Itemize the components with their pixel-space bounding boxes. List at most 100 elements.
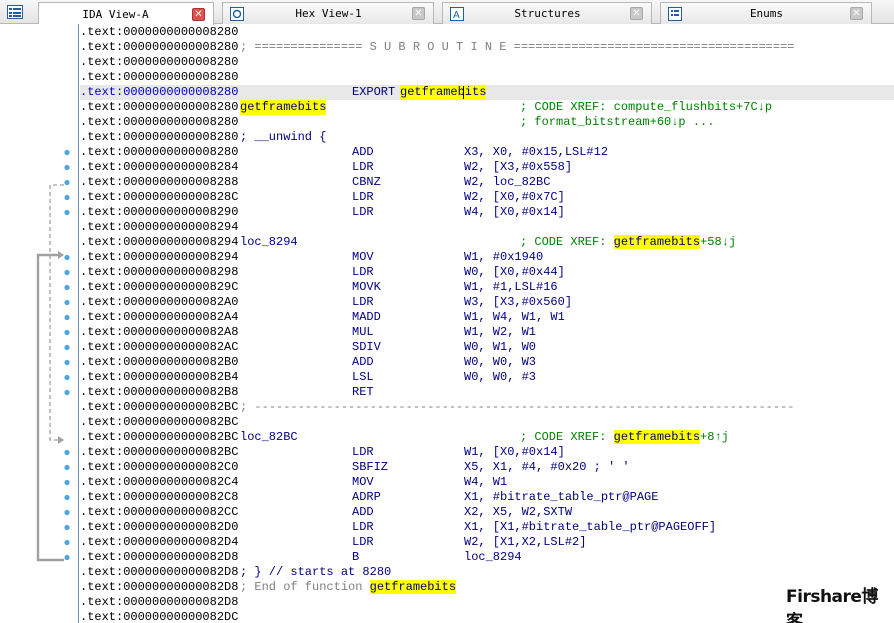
breakpoint-dot-icon[interactable] — [64, 449, 70, 456]
address: .text:0000000000008280 — [80, 100, 239, 114]
operands: W1, W4, W1, W1 — [464, 310, 565, 324]
listing-row[interactable]: .text:0000000000008294 loc_8294 ; CODE XRE… — [80, 235, 894, 250]
operands: W2, [X3,#0x558] — [464, 160, 573, 174]
listing-row[interactable]: .text:0000000000008280 ADD X3, X0, #0x15,L… — [80, 145, 894, 160]
breakpoint-dot-icon[interactable] — [64, 509, 70, 516]
breakpoint-dot-icon[interactable] — [64, 284, 70, 291]
breakpoint-dot-icon[interactable] — [64, 389, 70, 396]
listing-row[interactable]: .text:00000000000082D4 LDR W2, [X1,X2,LSL#… — [80, 535, 894, 550]
operands: W1, [X0,#0x14] — [464, 445, 565, 459]
breakpoint-dot-icon[interactable] — [64, 164, 70, 171]
breakpoint-dot-icon[interactable] — [64, 539, 70, 546]
listing-row[interactable]: .text:0000000000008298 LDR W0, [X0,#0x44] — [80, 265, 894, 280]
breakpoint-dot-icon[interactable] — [64, 269, 70, 276]
breakpoint-dot-icon[interactable] — [64, 314, 70, 321]
listing-row[interactable]: .text:0000000000008290 LDR W4, [X0,#0x14] — [80, 205, 894, 220]
listing-row[interactable]: .text:00000000000082C0 SBFIZ X5, X1, #4, #… — [80, 460, 894, 475]
operands: W4, [X0,#0x14] — [464, 205, 565, 219]
listing-row[interactable]: .text:0000000000008288 CBNZ W2, loc_82BC — [80, 175, 894, 190]
breakpoint-dot-icon[interactable] — [64, 494, 70, 501]
close-icon[interactable]: ✕ — [412, 7, 425, 20]
listing-row[interactable]: .text:00000000000082C4 MOV W4, W1 — [80, 475, 894, 490]
arrow-head-icon — [58, 251, 64, 259]
breakpoint-dot-icon[interactable] — [64, 554, 70, 561]
listing-row[interactable]: .text:0000000000008284 LDR W2, [X3,#0x558] — [80, 160, 894, 175]
breakpoint-dot-icon[interactable] — [64, 464, 70, 471]
listing-row[interactable]: .text:0000000000008294 MOV W1, #0x1940 — [80, 250, 894, 265]
breakpoint-dot-icon[interactable] — [64, 209, 70, 216]
listing-row[interactable]: .text:00000000000082BC LDR W1, [X0,#0x14] — [80, 445, 894, 460]
listing-row[interactable]: .text:00000000000082B8 RET — [80, 385, 894, 400]
address: .text:00000000000082A4 — [80, 310, 239, 324]
address: .text:00000000000082DC — [80, 610, 239, 623]
listing-row[interactable]: .text:00000000000082CC ADD X2, X5, W2,SXTW — [80, 505, 894, 520]
disassembly-listing[interactable]: .text:0000000000008280 .text:000000000000… — [80, 25, 894, 623]
address: .text:0000000000008280 — [80, 25, 239, 39]
listing-row[interactable]: .text:00000000000082AC SDIV W0, W1, W0 — [80, 340, 894, 355]
mnemonic: B — [352, 550, 360, 564]
listing-row[interactable]: .text:00000000000082D0 LDR X1, [X1,#bitrat… — [80, 520, 894, 535]
tab-ida-view-a[interactable]: IDA View-A ✕ — [38, 2, 214, 25]
listing-row[interactable]: .text:00000000000082BC loc_82BC ; CODE XRE… — [80, 430, 894, 445]
breakpoint-dot-icon[interactable] — [64, 299, 70, 306]
listing-row[interactable]: .text:0000000000008280; =============== … — [80, 40, 894, 55]
breakpoint-dot-icon[interactable] — [64, 479, 70, 486]
listing-row[interactable]: .text:00000000000082B0 ADD W0, W0, W3 — [80, 355, 894, 370]
listing-row[interactable]: .text:0000000000008280 getframebits ; CODE… — [80, 100, 894, 115]
listing-row[interactable]: .text:0000000000008294 — [80, 220, 894, 235]
listing-row[interactable]: .text:0000000000008280 EXPORT getframebits — [80, 85, 894, 100]
address: .text:00000000000082D8 — [80, 550, 239, 564]
listing-row[interactable]: .text:0000000000008280 — [80, 55, 894, 70]
close-icon[interactable]: ✕ — [850, 7, 863, 20]
operands: W2, [X0,#0x7C] — [464, 190, 565, 204]
listing-row[interactable]: .text:00000000000082B4 LSL W0, W0, #3 — [80, 370, 894, 385]
address: .text:00000000000082D8 — [80, 565, 239, 579]
operands: W1, #1,LSL#16 — [464, 280, 558, 294]
breakpoint-dot-icon[interactable] — [64, 344, 70, 351]
xref-suffix: +58↓j — [700, 235, 737, 249]
operands: loc_8294 — [464, 550, 522, 564]
breakpoint-dot-icon[interactable] — [64, 359, 70, 366]
breakpoint-dot-icon[interactable] — [64, 374, 70, 381]
listing-row[interactable]: .text:00000000000082A0 LDR W3, [X3,#0x560] — [80, 295, 894, 310]
tab-enums[interactable]: Enums ✕ — [660, 2, 872, 24]
listing-row[interactable]: .text:00000000000082D8 Bloc_8294 — [80, 550, 894, 565]
breakpoint-dot-icon[interactable] — [64, 524, 70, 531]
operands: W1, #0x1940 — [464, 250, 544, 264]
mnemonic: ADD — [352, 145, 374, 159]
listing-row[interactable]: .text:000000000000829C MOVK W1, #1,LSL#16 — [80, 280, 894, 295]
tab-structures[interactable]: A Structures ✕ — [442, 2, 652, 24]
mnemonic: SDIV — [352, 340, 381, 354]
close-icon[interactable]: ✕ — [192, 7, 205, 21]
listing-row[interactable]: .text:00000000000082D8; End of function … — [80, 580, 894, 595]
close-icon[interactable]: ✕ — [630, 7, 643, 20]
breakpoint-dot-icon[interactable] — [64, 254, 70, 261]
listing-row[interactable]: .text:00000000000082C8 ADRP X1, #bitrate_t… — [80, 490, 894, 505]
listing-row[interactable]: .text:00000000000082D8 — [80, 595, 894, 610]
mnemonic: LDR — [352, 295, 374, 309]
xref-comment: ; CODE XREF: getframebits+8↑j — [520, 430, 729, 444]
listing-row[interactable]: .text:000000000000828C LDR W2, [X0,#0x7C] — [80, 190, 894, 205]
mnemonic: LSL — [352, 370, 374, 384]
tab-bar: IDA View-A ✕ Hex View-1 ✕ A Structures ✕… — [0, 0, 894, 25]
listing-row[interactable]: .text:0000000000008280 ; format_bitstream… — [80, 115, 894, 130]
listing-row[interactable]: .text:0000000000008280 — [80, 25, 894, 40]
listing-row[interactable]: .text:00000000000082BC; ----------------… — [80, 400, 894, 415]
listing-row[interactable]: .text:00000000000082A8 MUL W1, W2, W1 — [80, 325, 894, 340]
operands: W0, W0, W3 — [464, 355, 537, 369]
breakpoint-dot-icon[interactable] — [64, 329, 70, 336]
listing-row[interactable]: .text:00000000000082A4 MADD W1, W4, W1, W1 — [80, 310, 894, 325]
address: .text:0000000000008280 — [80, 55, 239, 69]
listing-row[interactable]: .text:00000000000082BC — [80, 415, 894, 430]
breakpoint-dot-icon[interactable] — [64, 179, 70, 186]
listing-row[interactable]: .text:00000000000082DC — [80, 610, 894, 623]
listing-row[interactable]: .text:0000000000008280 — [80, 70, 894, 85]
listing-row[interactable]: .text:00000000000082D8; } // starts at 8… — [80, 565, 894, 580]
breakpoint-dot-icon[interactable] — [64, 149, 70, 156]
listing-row[interactable]: .text:0000000000008280; __unwind { — [80, 130, 894, 145]
breakpoint-dot-icon[interactable] — [64, 194, 70, 201]
tab-hex-view-1[interactable]: Hex View-1 ✕ — [222, 2, 434, 24]
mnemonic: LDR — [352, 445, 374, 459]
tab-label: Hex View-1 — [295, 7, 362, 20]
list-view-icon[interactable] — [0, 0, 30, 24]
